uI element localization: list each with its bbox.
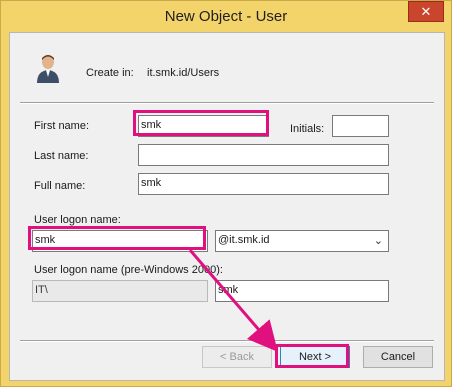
back-button[interactable]: < Back — [202, 346, 272, 368]
cancel-button[interactable]: Cancel — [363, 346, 433, 368]
user-icon — [37, 55, 59, 83]
close-button[interactable]: ✕ — [408, 1, 444, 22]
separator — [20, 340, 434, 342]
close-icon: ✕ — [420, 3, 432, 19]
separator — [20, 102, 434, 104]
last-name-label: Last name: — [34, 150, 89, 162]
initials-label: Initials: — [290, 123, 325, 135]
full-name-label: Full name: — [34, 180, 86, 192]
domain-select-value: @it.smk.id — [218, 234, 270, 246]
full-name-input[interactable]: smk — [138, 173, 389, 195]
last-name-input[interactable] — [138, 144, 389, 166]
logon-name-label: User logon name: — [34, 214, 121, 226]
first-name-input[interactable]: smk — [138, 115, 269, 137]
pre2000-domain-field: IT\ — [32, 280, 208, 302]
first-name-label: First name: — [34, 120, 90, 132]
create-in-value: it.smk.id/Users — [147, 67, 220, 79]
create-in-label: Create in: — [86, 67, 134, 79]
logon-name-input[interactable]: smk — [32, 230, 208, 252]
pre2000-name-input[interactable]: smk — [215, 280, 389, 302]
chevron-down-icon: ⌄ — [373, 235, 383, 247]
dialog-window: New Object - User ✕ Create in: it.smk.id… — [0, 0, 452, 387]
initials-input[interactable] — [332, 115, 389, 137]
next-button[interactable]: Next > — [280, 346, 350, 368]
title-bar[interactable]: New Object - User ✕ — [1, 1, 451, 32]
header-area: Create in: it.smk.id/Users — [10, 33, 444, 102]
pre2000-label: User logon name (pre-Windows 2000): — [34, 264, 223, 276]
domain-select[interactable]: @it.smk.id ⌄ — [215, 230, 389, 252]
window-title: New Object - User — [164, 8, 288, 25]
dialog-body: Create in: it.smk.id/Users First name: s… — [9, 32, 445, 381]
